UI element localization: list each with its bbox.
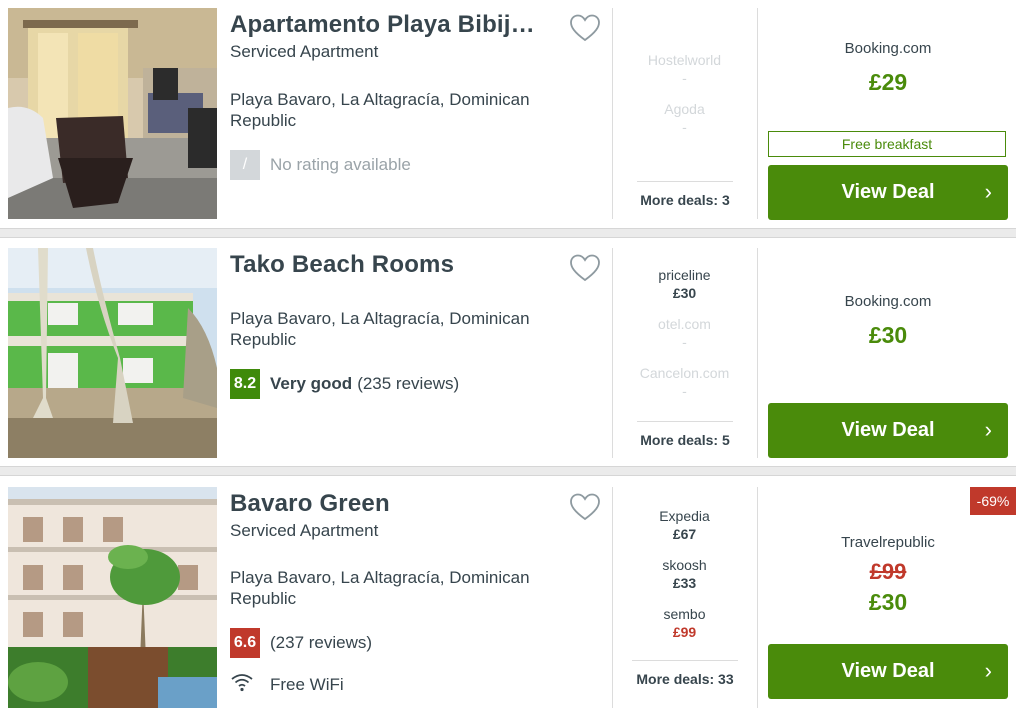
card-separator [0,228,1016,238]
deal-item[interactable]: sembo £99 [622,605,747,641]
best-deal-price: £29 [868,69,908,95]
hotel-type: Serviced Apartment [230,42,379,61]
hotel-type: Serviced Apartment [230,521,379,540]
deal-item[interactable]: Agoda - [622,100,747,136]
divider [612,487,613,708]
chevron-right-icon: › [984,179,992,204]
original-price: £99 [869,559,907,584]
chevron-right-icon: › [984,417,992,442]
hotel-name[interactable]: Bavaro Green [230,490,550,518]
hotel-location: Playa Bavaro, La Altagracía, Dominican R… [230,568,530,608]
rating-badge: 6.6 [230,628,260,658]
deal-provider: Expedia [659,508,710,524]
hotel-photo[interactable] [8,8,217,219]
rating-row: / No rating available [230,150,411,180]
discount-badge: -69% [970,487,1016,515]
rating-text: No rating available [270,155,411,174]
heart-icon[interactable] [570,254,600,282]
amenity-row: Free WiFi [230,672,344,697]
more-deals-link[interactable]: More deals: 5 [637,421,733,448]
best-deal-provider: Booking.com [844,40,932,57]
hotel-card: Apartamento Playa Bibij… Serviced Apartm… [0,8,1016,226]
deal-price: £67 [672,526,697,542]
hotel-name[interactable]: Apartamento Playa Bibij… [230,11,550,39]
hotel-card: Bavaro Green Serviced Apartment Playa Ba… [0,487,1016,708]
heart-icon[interactable] [570,493,600,521]
hotel-location: Playa Bavaro, La Altagracía, Dominican R… [230,309,530,349]
more-deals-link[interactable]: More deals: 3 [637,181,733,208]
wifi-icon [230,672,260,697]
deal-provider: Agoda [664,101,705,117]
hotel-location: Playa Bavaro, La Altagracía, Dominican R… [230,90,530,130]
divider [757,8,758,219]
rating-reviews[interactable]: (235 reviews) [357,374,459,394]
more-deals-link[interactable]: More deals: 33 [632,660,738,687]
deal-provider: priceline [658,267,711,283]
other-deals: Hostelworld - Agoda - [622,51,747,136]
deal-price: £99 [672,624,697,640]
hotel-photo[interactable] [8,487,217,708]
other-deals: priceline £30 otel.com - Cancelon.com - [622,266,747,400]
view-deal-label: View Deal [841,660,935,682]
deal-provider: otel.com [658,316,711,332]
deal-price: - [682,70,687,86]
divider [757,248,758,458]
deal-item[interactable]: otel.com - [622,315,747,351]
rating-badge: 8.2 [230,369,260,399]
deal-item[interactable]: Expedia £67 [622,507,747,543]
other-deals: Expedia £67 skoosh £33 sembo £99 [622,507,747,641]
best-deal-price: £30 [868,322,908,348]
deal-provider: Cancelon.com [639,365,730,381]
deal-item[interactable]: priceline £30 [622,266,747,302]
deal-item[interactable]: skoosh £33 [622,556,747,592]
deal-price: - [682,383,687,399]
card-separator [0,466,1016,476]
deal-price: - [682,334,687,350]
chevron-right-icon: › [984,658,992,683]
heart-icon[interactable] [570,14,600,42]
hotel-card: Tako Beach Rooms Playa Bavaro, La Altagr… [0,248,1016,460]
deal-price: £33 [672,575,697,591]
view-deal-button[interactable]: View Deal › [768,165,1008,220]
hotel-name[interactable]: Tako Beach Rooms [230,251,550,279]
view-deal-label: View Deal [841,419,935,441]
deal-price: - [682,119,687,135]
deal-provider: sembo [663,606,706,622]
deal-item[interactable]: Cancelon.com - [622,364,747,400]
best-deal-provider: Booking.com [844,293,932,310]
divider [757,487,758,708]
deal-provider: skoosh [662,557,707,573]
free-breakfast-tag: Free breakfast [768,131,1006,157]
amenity-label: Free WiFi [270,674,344,694]
hotel-photo[interactable] [8,248,217,458]
rating-row: 6.6 (237 reviews) [230,628,372,658]
view-deal-label: View Deal [841,181,935,203]
rating-label: Very good [270,374,353,393]
view-deal-button[interactable]: View Deal › [768,644,1008,699]
deal-provider: Hostelworld [647,52,722,68]
rating-badge: / [230,150,260,180]
deal-price: £30 [672,285,697,301]
view-deal-button[interactable]: View Deal › [768,403,1008,458]
divider [612,248,613,458]
rating-reviews[interactable]: (237 reviews) [270,633,372,653]
best-deal-price: £30 [868,589,908,615]
rating-row: 8.2 Very good (235 reviews) [230,369,459,399]
deal-item[interactable]: Hostelworld - [622,51,747,87]
divider [612,8,613,219]
best-deal-provider: Travelrepublic [841,534,935,551]
